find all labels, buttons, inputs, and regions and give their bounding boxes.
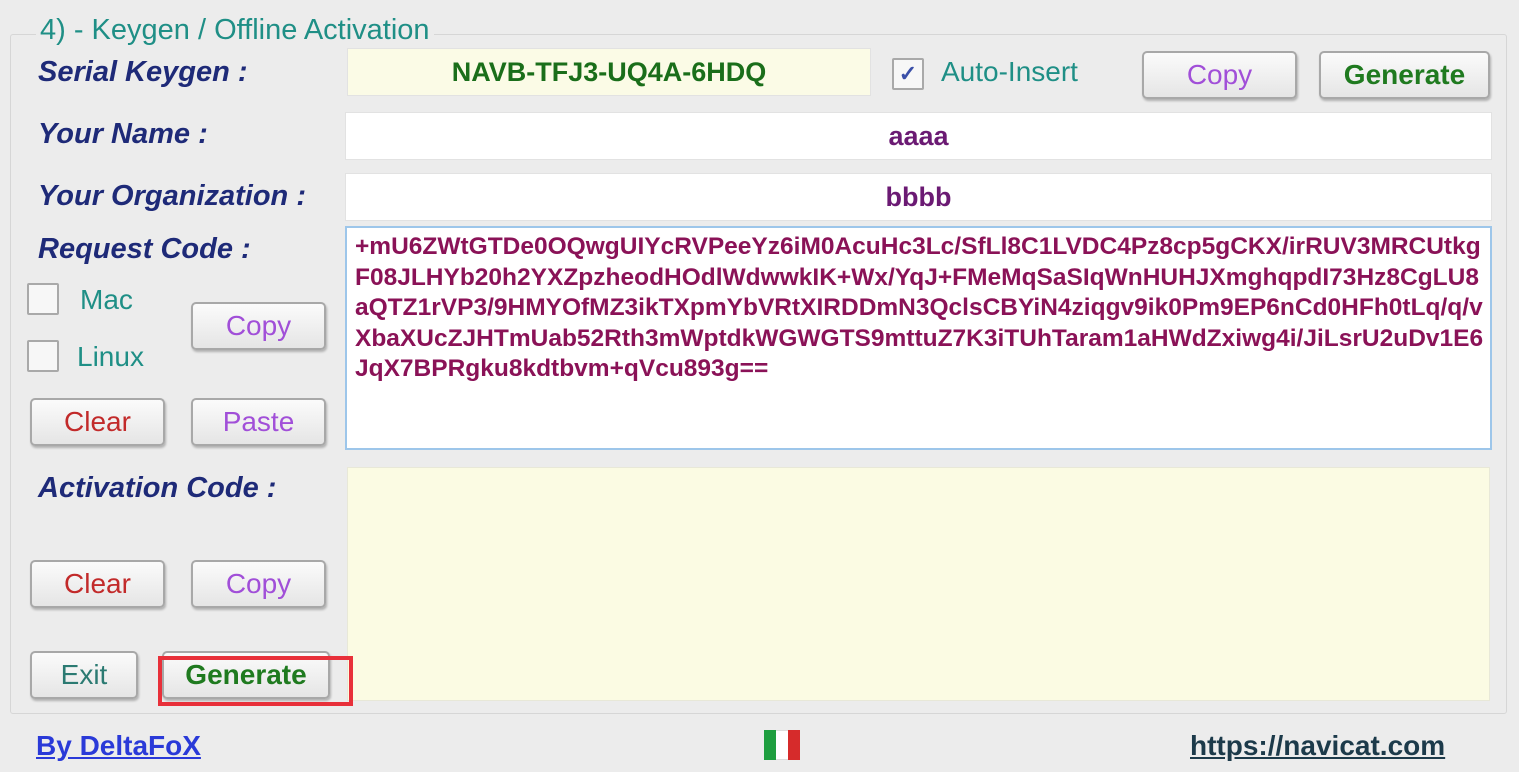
- request-paste-button[interactable]: Paste: [191, 398, 326, 446]
- your-name-field[interactable]: aaaa: [345, 112, 1492, 160]
- generate-button-highlight: [158, 656, 353, 706]
- auto-insert-label: Auto-Insert: [941, 56, 1078, 87]
- activation-code-textarea[interactable]: [347, 467, 1490, 701]
- activation-clear-button[interactable]: Clear: [30, 560, 165, 608]
- navicat-url-link[interactable]: https://navicat.com: [1190, 730, 1445, 762]
- activation-copy-button[interactable]: Copy: [191, 560, 326, 608]
- request-copy-button[interactable]: Copy: [191, 302, 326, 350]
- linux-label: Linux: [77, 341, 144, 372]
- serial-generate-button[interactable]: Generate: [1319, 51, 1490, 99]
- group-title: 4) - Keygen / Offline Activation: [36, 14, 434, 47]
- request-code-label: Request Code :: [38, 233, 251, 265]
- your-name-label: Your Name :: [38, 118, 208, 150]
- check-icon: ✓: [898, 61, 918, 86]
- request-clear-button[interactable]: Clear: [30, 398, 165, 446]
- mac-label: Mac: [80, 284, 133, 315]
- serial-copy-button[interactable]: Copy: [1142, 51, 1297, 99]
- auto-insert-checkbox[interactable]: ✓: [892, 58, 924, 90]
- author-link[interactable]: By DeltaFoX: [36, 730, 201, 762]
- exit-button[interactable]: Exit: [30, 651, 138, 699]
- your-organization-field[interactable]: bbbb: [345, 173, 1492, 221]
- your-organization-label: Your Organization :: [38, 180, 306, 212]
- linux-checkbox[interactable]: [27, 340, 59, 372]
- request-code-textarea[interactable]: +mU6ZWtGTDe0OQwgUIYcRVPeeYz6iM0AcuHc3Lc/…: [345, 226, 1492, 450]
- serial-keygen-label: Serial Keygen :: [38, 56, 248, 88]
- activation-code-label: Activation Code :: [38, 472, 277, 504]
- mac-checkbox[interactable]: [27, 283, 59, 315]
- italy-flag-icon: [764, 730, 800, 760]
- serial-keygen-field[interactable]: NAVB-TFJ3-UQ4A-6HDQ: [347, 48, 871, 96]
